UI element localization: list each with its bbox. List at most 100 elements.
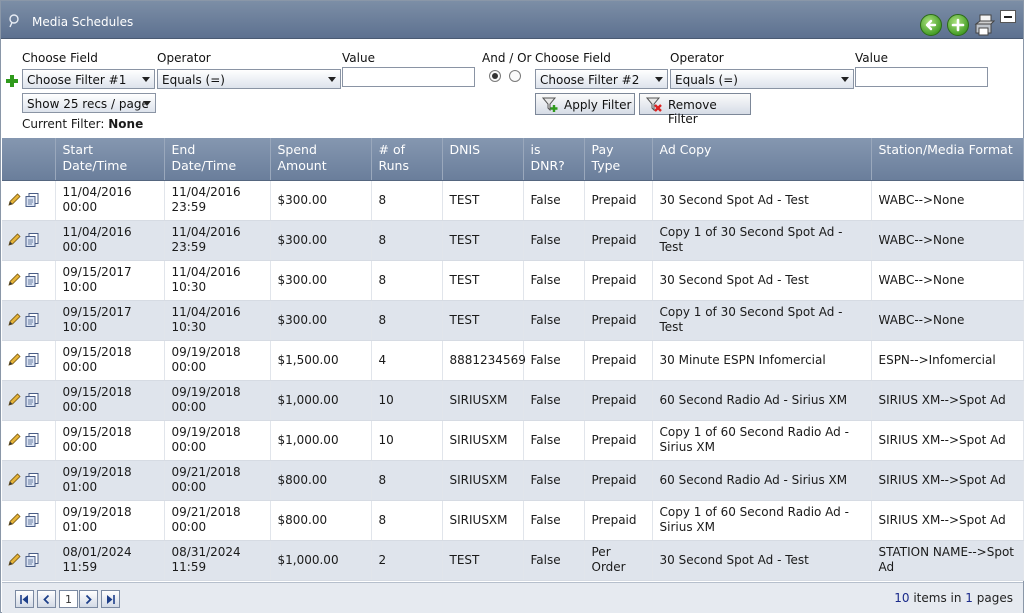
cell-end: 11/04/2016 10:30 xyxy=(164,300,271,341)
cell-dnis: TEST xyxy=(442,260,524,301)
cell-start: 09/15/2018 00:00 xyxy=(55,420,165,461)
pencil-icon[interactable] xyxy=(6,312,22,328)
copy-icon[interactable] xyxy=(24,392,40,408)
cell-runs: 10 xyxy=(371,420,443,461)
cell-end: 09/21/2018 00:00 xyxy=(164,500,271,541)
col-header-pay-type[interactable]: Pay Type xyxy=(584,138,653,181)
first-page-button[interactable] xyxy=(15,590,34,608)
or-radio[interactable] xyxy=(509,70,521,82)
cell-spend: $1,000.00 xyxy=(270,420,372,461)
last-page-button[interactable] xyxy=(101,590,120,608)
filter1-field-select[interactable]: Choose Filter #1 xyxy=(22,69,155,89)
cell-start: 08/01/2024 11:59 xyxy=(55,540,165,581)
pencil-icon[interactable] xyxy=(6,432,22,448)
col-header-start[interactable]: Start Date/Time xyxy=(55,138,165,181)
table-row[interactable]: 11/04/2016 00:00 11/04/2016 23:59 $300.00 8… xyxy=(2,220,1024,261)
and-radio[interactable] xyxy=(489,70,501,82)
filter2-field-select[interactable]: Choose Filter #2 xyxy=(535,69,668,89)
current-filter: Current Filter: None xyxy=(22,117,143,131)
cell-end: 09/21/2018 00:00 xyxy=(164,460,271,501)
add-icon xyxy=(951,18,965,32)
row-actions xyxy=(2,300,56,341)
table-row[interactable]: 09/19/2018 01:00 09/21/2018 00:00 $800.00 8… xyxy=(2,500,1024,541)
table-row[interactable]: 09/19/2018 01:00 09/21/2018 00:00 $800.00 8… xyxy=(2,460,1024,501)
copy-icon[interactable] xyxy=(24,472,40,488)
copy-icon[interactable] xyxy=(24,272,40,288)
items-count: 10 xyxy=(894,591,910,605)
copy-icon[interactable] xyxy=(24,312,40,328)
pencil-icon[interactable] xyxy=(6,472,22,488)
next-page-icon xyxy=(85,594,92,604)
cell-runs: 8 xyxy=(371,180,443,221)
cell-end: 11/04/2016 23:59 xyxy=(164,180,271,221)
col-header-runs[interactable]: # of Runs xyxy=(371,138,443,181)
remove-filter-button[interactable]: Remove Filter xyxy=(639,93,751,126)
col-header-dnr[interactable]: is DNR? xyxy=(523,138,585,181)
add-filter-icon[interactable] xyxy=(5,74,19,88)
pencil-icon[interactable] xyxy=(6,552,22,568)
pencil-icon[interactable] xyxy=(6,232,22,248)
table-row[interactable]: 09/15/2018 00:00 09/19/2018 00:00 $1,000.0… xyxy=(2,420,1024,461)
copy-icon[interactable] xyxy=(24,432,40,448)
page-size-select[interactable]: Show 25 recs / page xyxy=(22,93,156,113)
pencil-icon[interactable] xyxy=(6,392,22,408)
remove-filter-icon xyxy=(646,97,662,112)
table-row[interactable]: 09/15/2017 10:00 11/04/2016 10:30 $300.00 8… xyxy=(2,260,1024,301)
copy-icon[interactable] xyxy=(24,192,40,208)
apply-filter-button[interactable]: Apply Filter xyxy=(535,93,635,115)
prev-page-button[interactable] xyxy=(37,590,56,608)
add-button[interactable] xyxy=(947,14,969,36)
cell-dnis: 8881234569 xyxy=(442,340,526,381)
col-header-station[interactable]: Station/Media Format xyxy=(871,138,1024,181)
row-actions xyxy=(2,260,56,301)
cell-runs: 8 xyxy=(371,300,443,341)
cell-start: 09/15/2018 00:00 xyxy=(55,380,165,421)
table-row[interactable]: 11/04/2016 00:00 11/04/2016 23:59 $300.00 8… xyxy=(2,180,1024,221)
cell-dnr: False xyxy=(523,420,585,461)
cell-spend: $800.00 xyxy=(270,460,372,501)
cell-end: 09/19/2018 00:00 xyxy=(164,420,271,461)
copy-icon[interactable] xyxy=(24,512,40,528)
table-row[interactable]: 09/15/2018 00:00 09/19/2018 00:00 $1,000.0… xyxy=(2,380,1024,421)
filter2-value-input[interactable] xyxy=(855,67,988,87)
print-icon[interactable] xyxy=(973,14,995,36)
col-header-spend[interactable]: Spend Amount xyxy=(270,138,372,181)
media-schedules-panel: Media Schedules Choose Field Operator Va… xyxy=(0,0,1024,613)
pencil-icon[interactable] xyxy=(6,192,22,208)
filter1-operator-select[interactable]: Equals (=) xyxy=(157,69,341,89)
cell-station: WABC-->None xyxy=(871,180,1024,221)
copy-icon[interactable] xyxy=(24,232,40,248)
back-button[interactable] xyxy=(920,14,942,36)
copy-icon[interactable] xyxy=(24,552,40,568)
cell-ad-copy: Copy 1 of 60 Second Radio Ad - Sirius XM xyxy=(652,420,872,461)
table-row[interactable]: 08/01/2024 11:59 08/31/2024 11:59 $1,000.0… xyxy=(2,540,1024,581)
cell-runs: 4 xyxy=(371,340,443,381)
filter1-field-value: Choose Filter #1 xyxy=(27,73,127,87)
pencil-icon[interactable] xyxy=(6,272,22,288)
filter2-operator-select[interactable]: Equals (=) xyxy=(670,69,854,89)
col-header-dnis[interactable]: DNIS xyxy=(442,138,524,181)
cell-spend: $800.00 xyxy=(270,500,372,541)
copy-icon[interactable] xyxy=(24,352,40,368)
cell-ad-copy: 30 Second Spot Ad - Test xyxy=(652,540,872,581)
table-row[interactable]: 09/15/2017 10:00 11/04/2016 10:30 $300.00 8… xyxy=(2,300,1024,341)
cell-start: 11/04/2016 00:00 xyxy=(55,180,165,221)
minimize-button[interactable] xyxy=(1000,10,1016,23)
filter1-value-input[interactable] xyxy=(342,67,475,87)
table-row[interactable]: 09/15/2018 00:00 09/19/2018 00:00 $1,500.0… xyxy=(2,340,1024,381)
col-header-end[interactable]: End Date/Time xyxy=(164,138,271,181)
chevron-down-icon xyxy=(142,77,150,82)
cell-end: 11/04/2016 23:59 xyxy=(164,220,271,261)
cell-station: WABC-->None xyxy=(871,220,1024,261)
page-number-button[interactable]: 1 xyxy=(59,590,78,608)
col-header-ad-copy[interactable]: Ad Copy xyxy=(652,138,872,181)
chevron-down-icon xyxy=(841,77,849,82)
pencil-icon[interactable] xyxy=(6,352,22,368)
filter2-field-value: Choose Filter #2 xyxy=(540,73,640,87)
cell-spend: $1,000.00 xyxy=(270,540,372,581)
media-schedules-grid: Start Date/Time End Date/Time Spend Amou… xyxy=(2,138,1024,581)
pencil-icon[interactable] xyxy=(6,512,22,528)
row-actions xyxy=(2,460,56,501)
title-bar: Media Schedules xyxy=(1,1,1023,39)
next-page-button[interactable] xyxy=(79,590,98,608)
